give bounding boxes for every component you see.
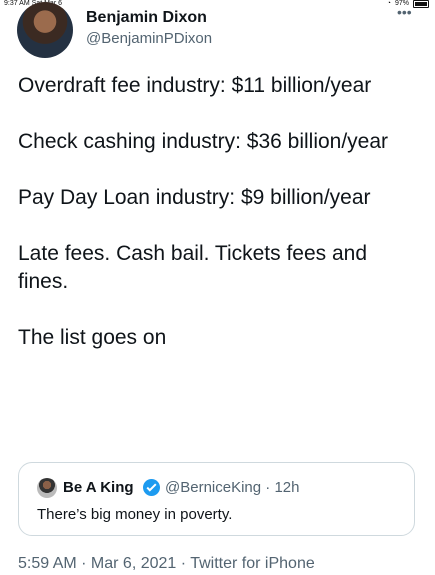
verified-icon <box>143 479 160 496</box>
status-bar: 9:37 AM Sat Mar 6 ◔ 97% <box>0 0 435 8</box>
battery-fill <box>415 2 427 6</box>
more-icon[interactable]: ••• <box>397 5 417 19</box>
wifi-icon: ◔ <box>386 0 391 7</box>
tweet-paragraph: Late fees. Cash bail. Tickets fees and f… <box>18 242 368 293</box>
quote-text: There’s big money in poverty. <box>37 506 233 523</box>
tweet-paragraph: Overdraft fee industry: $11 billion/year <box>18 74 372 97</box>
quote-avatar[interactable] <box>37 478 57 498</box>
quote-handle-time[interactable]: @BerniceKing · 12h <box>165 479 299 496</box>
author-handle[interactable]: @BenjaminPDixon <box>86 30 212 47</box>
status-time-label: 9:37 AM <box>4 0 30 7</box>
avatar[interactable] <box>17 2 73 58</box>
quote-card[interactable]: Be A King @BerniceKing · 12h There’s big… <box>18 462 415 536</box>
quote-author-name[interactable]: Be A King <box>63 479 134 496</box>
tweet-paragraph: Check cashing industry: $36 billion/year <box>18 130 389 153</box>
battery-icon <box>413 0 429 8</box>
tweet-body: Overdraft fee industry: $11 billion/year… <box>18 72 423 380</box>
tweet-paragraph: Pay Day Loan industry: $9 billion/year <box>18 186 371 209</box>
author-name[interactable]: Benjamin Dixon <box>86 9 207 27</box>
tweet-metadata[interactable]: 5:59 AM · Mar 6, 2021 · Twitter for iPho… <box>18 555 315 573</box>
tweet-paragraph: The list goes on <box>18 326 167 349</box>
